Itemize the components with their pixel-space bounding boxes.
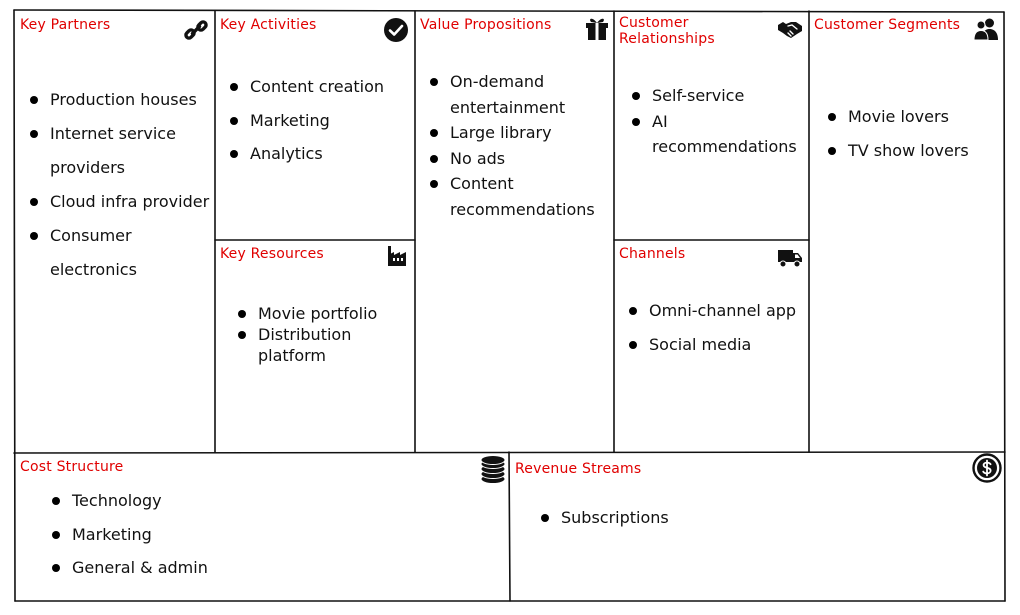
customer-segments-section: Customer Segments Movie lovers TV show l…: [809, 11, 1005, 452]
list-item: Production houses: [26, 83, 211, 117]
key-activities-list: Content creation Marketing Analytics: [226, 70, 411, 171]
channels-list: Omni-channel app Social media: [625, 294, 805, 361]
list-item: Social media: [625, 328, 805, 362]
list-item: Technology: [48, 484, 348, 518]
coins-icon: [480, 455, 506, 484]
key-activities-title: Key Activities: [220, 17, 317, 33]
key-resources-list: Movie portfolio Distribution platform: [234, 303, 404, 366]
truck-icon: [778, 250, 802, 268]
key-partners-list: Production houses Internet service provi…: [26, 83, 211, 287]
cost-structure-section: Cost Structure Technology Marketing Gene…: [15, 453, 509, 601]
list-item: TV show lovers: [824, 134, 999, 168]
list-item: Analytics: [226, 137, 411, 171]
list-item: Content recommendations: [426, 171, 595, 222]
list-item: Marketing: [48, 518, 348, 552]
link-icon: [184, 20, 208, 40]
list-item: Large library: [426, 120, 606, 146]
dollar-circle-icon: [972, 453, 1002, 483]
key-resources-title: Key Resources: [220, 246, 324, 262]
channels-section: Channels Omni-channel app Social media: [614, 240, 809, 452]
check-circle-icon: [384, 18, 408, 42]
value-propositions-title: Value Propositions: [420, 17, 552, 33]
key-activities-section: Key Activities Content creation Marketin…: [215, 11, 415, 240]
list-item: No ads: [426, 146, 606, 172]
list-item: Distribution platform: [234, 324, 368, 366]
key-resources-section: Key Resources Movie portfolio Distributi…: [215, 240, 415, 452]
gift-icon: [586, 18, 608, 40]
handshake-icon: [778, 22, 802, 38]
factory-icon: [388, 246, 406, 266]
customer-segments-list: Movie lovers TV show lovers: [824, 100, 999, 168]
channels-title: Channels: [619, 246, 686, 262]
key-partners-title: Key Partners: [20, 17, 111, 33]
customer-relationships-section: Customer Relationships Self-service AI r…: [614, 11, 809, 240]
list-item: Cloud infra provider: [26, 185, 211, 219]
list-item: AI recommendations: [628, 109, 797, 160]
customer-segments-title: Customer Segments: [814, 17, 961, 33]
list-item: Self-service: [628, 83, 803, 109]
customer-relationships-list: Self-service AI recommendations: [628, 83, 803, 160]
list-item: General & admin: [48, 551, 348, 585]
revenue-streams-title: Revenue Streams: [515, 461, 642, 477]
revenue-streams-section: Revenue Streams Subscriptions: [510, 453, 1005, 601]
list-item: Movie lovers: [824, 100, 999, 134]
list-item: Consumer electronics: [26, 219, 211, 287]
list-item: Movie portfolio: [234, 303, 404, 324]
list-item: Content creation: [226, 70, 411, 104]
list-item: Omni-channel app: [625, 294, 805, 328]
value-propositions-list: On-demand entertainment Large library No…: [426, 69, 606, 222]
list-item: Internet service providers: [26, 117, 211, 185]
list-item: Subscriptions: [537, 501, 837, 535]
list-item: Marketing: [226, 104, 411, 138]
value-propositions-section: Value Propositions On-demand entertainme…: [415, 11, 614, 452]
users-icon: [973, 18, 998, 41]
customer-relationships-title: Customer Relationships: [619, 15, 715, 47]
key-partners-section: Key Partners Production houses Internet …: [15, 11, 215, 453]
cost-structure-list: Technology Marketing General & admin: [48, 484, 348, 585]
revenue-streams-list: Subscriptions: [537, 501, 837, 535]
list-item: On-demand entertainment: [426, 69, 580, 120]
cost-structure-title: Cost Structure: [20, 459, 124, 475]
business-model-canvas: Key Partners Production houses Internet …: [0, 0, 1020, 615]
